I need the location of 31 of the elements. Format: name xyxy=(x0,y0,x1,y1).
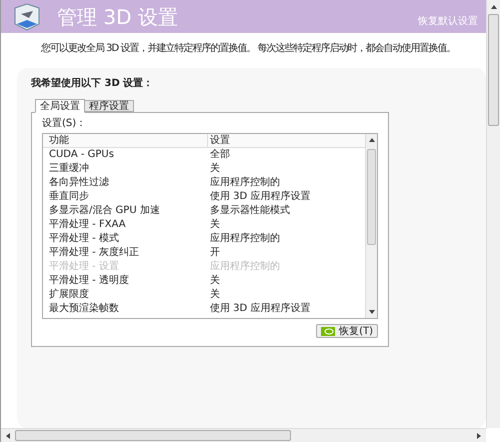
settings-label: 设置(S)： xyxy=(42,116,88,131)
settings-row[interactable]: 垂直同步 使用 3D 应用程序设置 xyxy=(43,190,365,204)
settings-row[interactable]: 平滑处理 - 透明度 关 xyxy=(43,274,365,288)
scroll-up-icon[interactable] xyxy=(368,137,374,143)
scroll-down-icon[interactable] xyxy=(368,309,374,315)
scroll-up-icon[interactable] xyxy=(490,4,497,10)
horizontal-scrollbar[interactable] xyxy=(1,428,486,442)
settings-row[interactable]: CUDA - GPUs 全部 xyxy=(43,148,365,162)
settings-row[interactable]: 平滑处理 - FXAA 关 xyxy=(43,218,365,232)
scrollbar-thumb[interactable] xyxy=(367,149,376,245)
restore-button[interactable]: 恢复(T) xyxy=(316,324,378,338)
tab[interactable]: 程序设置 xyxy=(85,100,134,112)
scroll-right-icon[interactable] xyxy=(476,432,482,438)
settings-row[interactable]: 扩展限度 关 xyxy=(43,288,365,302)
list-scrollbar[interactable] xyxy=(365,134,377,318)
section-heading: 我希望使用以下 3D 设置： xyxy=(31,76,154,91)
page-title: 管理 3D 设置 xyxy=(57,4,178,30)
description-text: 您可以更改全局 3D 设置，并建立特定程序的置换值。 每次这些特定程序启动时，都会自动使用置换值。 xyxy=(41,42,457,56)
scrollbar-thumb[interactable] xyxy=(488,14,500,126)
scroll-left-icon[interactable] xyxy=(5,432,11,438)
settings-row[interactable]: 多显示器/混合 GPU 加速 多显示器性能模式 xyxy=(43,204,365,218)
eye-logo-icon xyxy=(321,326,336,336)
scrollbar-thumb[interactable] xyxy=(15,430,291,441)
vertical-scrollbar[interactable] xyxy=(486,0,500,428)
settings-row[interactable]: 平滑处理 - 灰度纠正 开 xyxy=(43,246,365,260)
settings-row[interactable]: 三重缓冲 关 xyxy=(43,162,365,176)
settings-row[interactable]: 各向异性过滤 应用程序控制的 xyxy=(43,176,365,190)
settings-row[interactable]: 平滑处理 - 模式 应用程序控制的 xyxy=(43,232,365,246)
column-header[interactable]: 功能 xyxy=(43,134,207,147)
settings-row[interactable]: 最大预渲染帧数 使用 3D 应用程序设置 xyxy=(43,302,365,316)
tab[interactable]: 全局设置 xyxy=(35,99,85,113)
